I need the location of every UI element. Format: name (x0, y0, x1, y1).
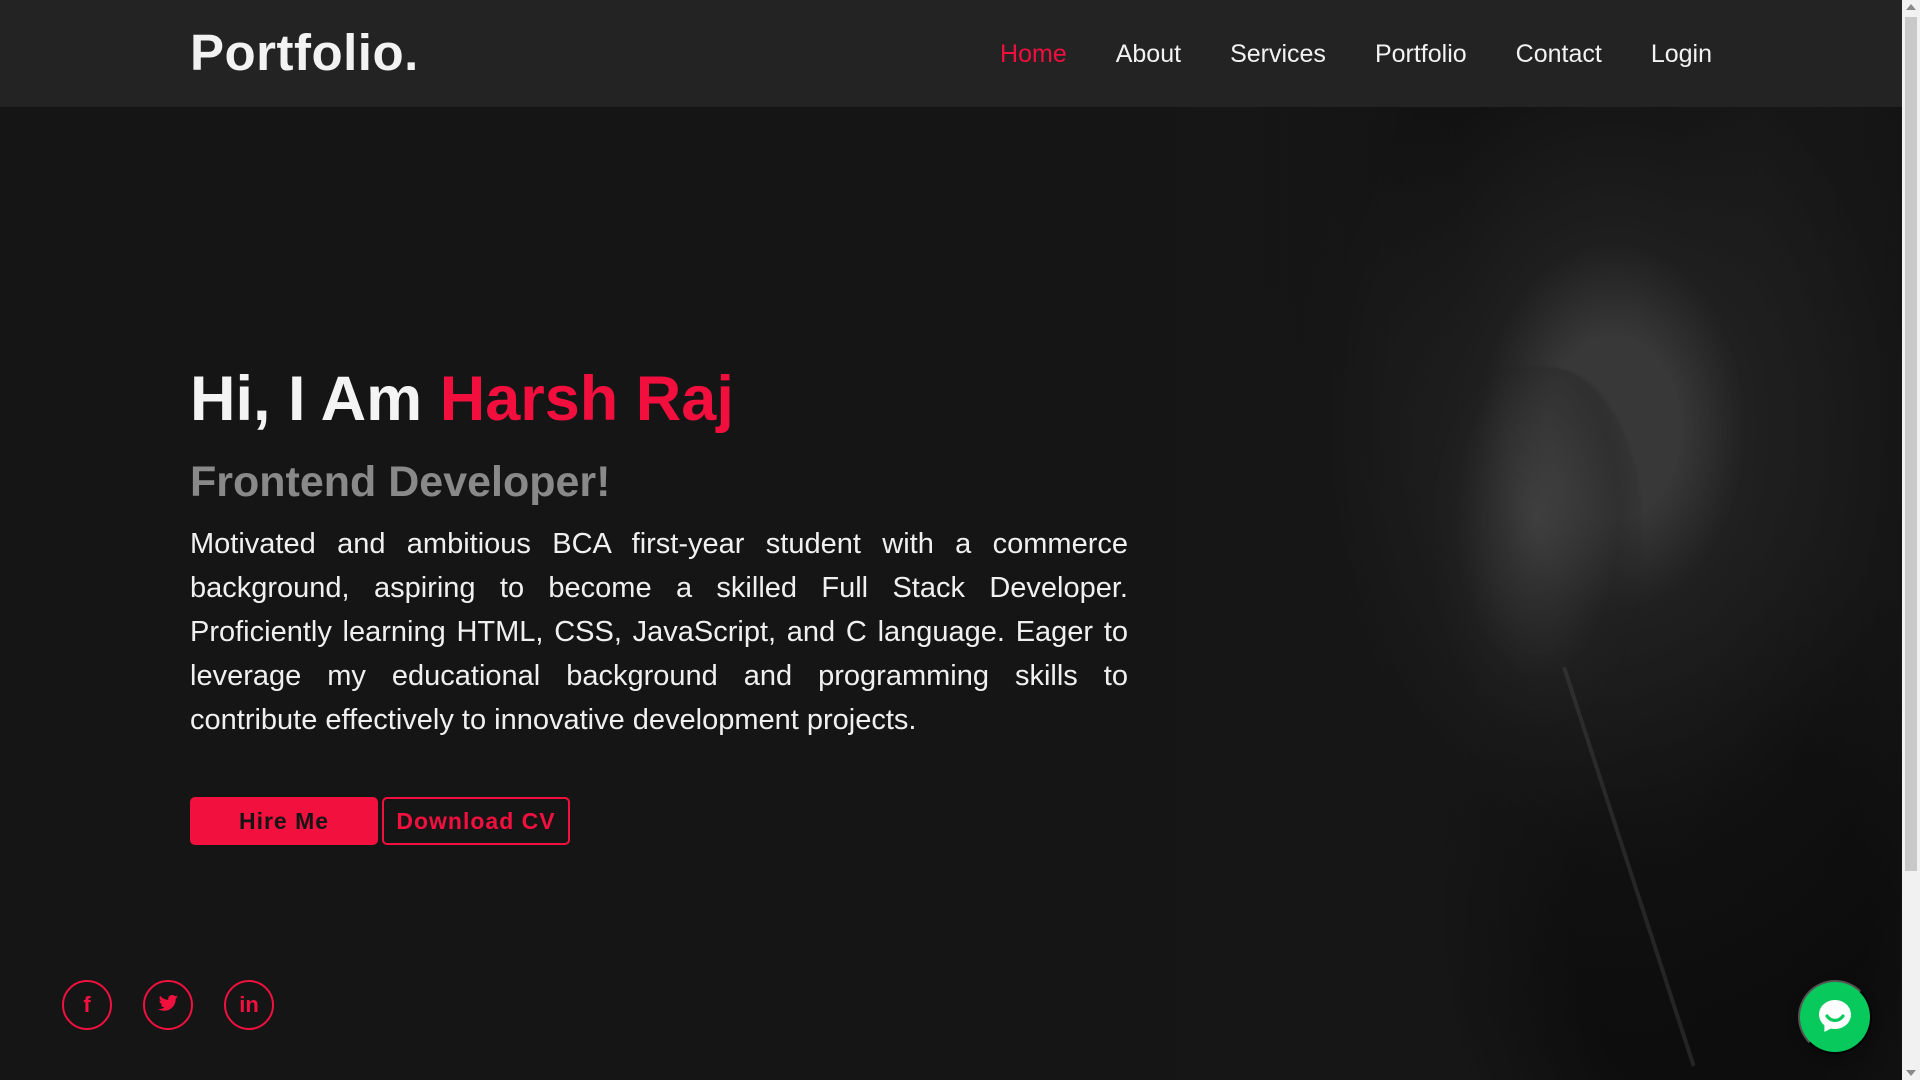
nav-services-link[interactable]: Services (1230, 39, 1326, 69)
social-links: f in (62, 980, 274, 1030)
hero-buttons: Hire Me Download CV (190, 797, 1128, 845)
chat-icon (1811, 992, 1859, 1043)
nav-home-link[interactable]: Home (1000, 39, 1067, 69)
linkedin-link[interactable]: in (224, 980, 274, 1030)
scrollbar-thumb[interactable] (1905, 17, 1917, 871)
hero-greeting: Hi, I Am (190, 364, 423, 434)
hire-me-button[interactable]: Hire Me (190, 797, 378, 845)
twitter-icon (156, 991, 180, 1019)
facebook-link[interactable]: f (62, 980, 112, 1030)
main-navigation: Home About Services Portfolio Contact Lo… (1000, 39, 1712, 69)
site-logo[interactable]: Portfolio. (190, 27, 419, 78)
chat-button[interactable] (1798, 980, 1872, 1054)
nav-portfolio-link[interactable]: Portfolio (1375, 39, 1467, 69)
linkedin-icon: in (239, 992, 259, 1017)
hero-background-portrait (1142, 107, 1902, 1080)
download-cv-button[interactable]: Download CV (382, 797, 570, 845)
nav-contact-link[interactable]: Contact (1516, 39, 1602, 69)
hero-bio: Motivated and ambitious BCA first-year s… (190, 528, 1128, 736)
hero-role: Frontend Developer! (190, 458, 611, 506)
hero-content: Hi, I Am Harsh Raj Frontend Developer! M… (190, 368, 1128, 845)
page-scrollbar[interactable] (1902, 0, 1920, 1080)
hero-headline: Hi, I Am Harsh Raj (190, 368, 1128, 431)
scroll-down-arrow-icon[interactable] (1906, 1070, 1916, 1076)
nav-login-link[interactable]: Login (1651, 39, 1712, 69)
portfolio-page: Portfolio. Home About Services Portfolio… (0, 0, 1920, 1080)
nav-about-link[interactable]: About (1116, 39, 1181, 69)
site-header: Portfolio. Home About Services Portfolio… (0, 0, 1902, 107)
twitter-link[interactable] (143, 980, 193, 1030)
facebook-icon: f (83, 992, 91, 1017)
hero-name: Harsh Raj (439, 364, 734, 434)
scroll-up-arrow-icon[interactable] (1906, 4, 1916, 10)
